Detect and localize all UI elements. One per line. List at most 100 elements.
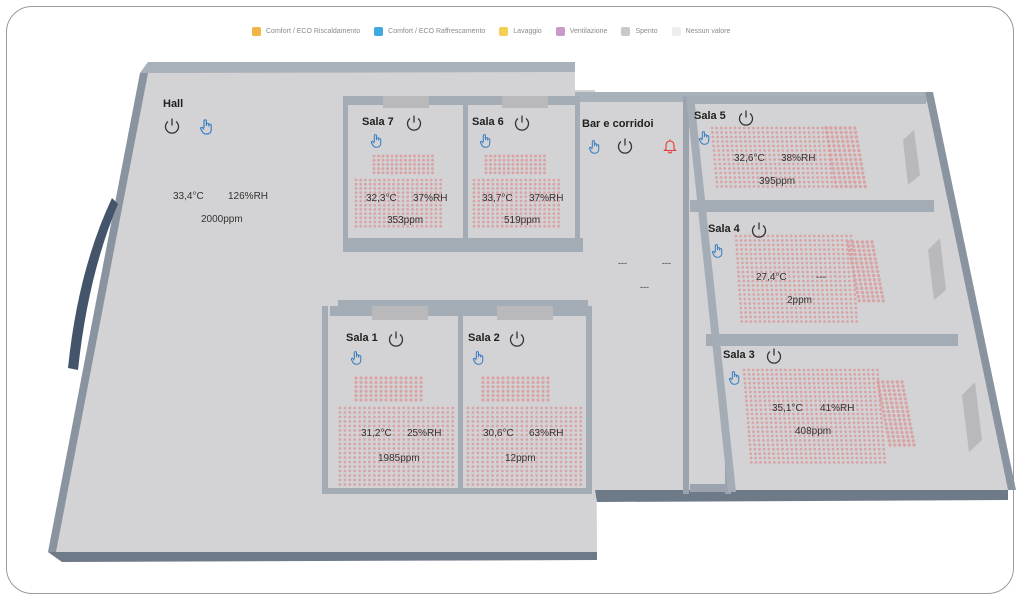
sala4-seat (840, 311, 844, 314)
sala4-seat (825, 284, 829, 287)
sala3-seat (752, 430, 755, 433)
sala3-red-seat (891, 384, 895, 388)
sala7-seat (378, 182, 381, 186)
sala4-power-icon[interactable] (750, 221, 768, 239)
bar-power-icon[interactable] (616, 137, 634, 155)
bar-alarm-bell-icon[interactable] (662, 138, 678, 154)
sala3-seat (777, 399, 781, 403)
sala4-seat (817, 302, 821, 305)
sala5-red-seat (849, 130, 853, 135)
sala2-power-icon[interactable] (508, 330, 526, 348)
sala4-red-seat (858, 252, 862, 257)
sala6-seat (505, 187, 509, 190)
sala5-seat (729, 126, 732, 130)
hall-manual-icon[interactable] (198, 118, 216, 136)
sala1-seat (377, 474, 381, 477)
sala1-seat (363, 406, 366, 410)
sala6-seat (557, 216, 560, 220)
sala3-seat (784, 430, 788, 433)
hall-power-icon[interactable] (163, 117, 181, 135)
sala6-seat (491, 182, 495, 186)
sala7-seat (401, 195, 405, 199)
sala6-seat (552, 203, 556, 207)
sala3-seat (748, 443, 752, 447)
sala1-seat (348, 442, 352, 446)
sala6-seat (529, 154, 533, 158)
sala4-seat (821, 297, 825, 301)
sala3-seat (826, 377, 829, 381)
sala1-seat (414, 398, 418, 402)
sala3-red-seat (901, 413, 906, 418)
sala2-seat (486, 442, 489, 446)
sala6-seat (482, 187, 485, 190)
sala2-seat (486, 460, 489, 464)
sala4-red-seat (868, 282, 873, 286)
sala1-seat (431, 424, 435, 428)
sala3-seat (812, 377, 816, 381)
sala3-seat (797, 417, 800, 420)
sala1-seat (353, 411, 357, 414)
sala4-red-seat (863, 252, 867, 257)
sala2-seat (569, 460, 573, 464)
sala2-seat (579, 420, 583, 423)
sala2-manual-icon[interactable] (471, 350, 487, 366)
sala2-seat (559, 451, 563, 455)
sala2-seat (471, 451, 475, 455)
sala3-seat (869, 456, 872, 460)
sala7-seat (401, 191, 405, 195)
sala1-manual-icon[interactable] (349, 350, 365, 366)
sala3-seat (873, 395, 877, 398)
sala7-seat (399, 162, 403, 166)
sala3-power-icon[interactable] (765, 347, 783, 365)
sala4-seat (787, 261, 790, 265)
sala3-seat (821, 439, 825, 442)
sala3-seat (776, 452, 780, 455)
sala1-seat (338, 424, 342, 428)
sala4-manual-icon[interactable] (710, 243, 726, 259)
sala3-red-seat (891, 434, 895, 439)
sala3-seat (801, 417, 805, 420)
sala2-seat (491, 447, 494, 450)
sala4-seat (806, 279, 810, 283)
sala2-seat (554, 420, 558, 423)
sala5-manual-icon[interactable] (697, 130, 713, 146)
sala2-seat (535, 451, 538, 455)
sala7-seat (364, 220, 367, 224)
sala7-manual-icon[interactable] (369, 133, 385, 149)
sala4-seat (799, 248, 803, 251)
sala1-power-icon[interactable] (387, 330, 405, 348)
sala4-seat (843, 284, 847, 287)
sala5-seat (792, 167, 796, 170)
sala5-seat (813, 144, 817, 148)
sala3-seat (800, 456, 803, 460)
sala5-co2: 395ppm (759, 176, 796, 187)
sala4-seat (836, 315, 840, 319)
sala3-seat (747, 373, 751, 376)
sala6-power-icon[interactable] (513, 114, 531, 132)
sala5-seat (713, 158, 717, 161)
sala1-seat (441, 442, 445, 446)
sala5-seat (820, 176, 824, 179)
sala3-seat (850, 456, 854, 460)
sala1-seat (382, 465, 386, 468)
sala3-seat (778, 417, 782, 420)
sala3-seat (834, 425, 838, 429)
sala2-seat (471, 429, 475, 432)
sala5-seat (819, 158, 822, 161)
bar-manual-icon[interactable] (587, 139, 603, 155)
sala5-power-icon[interactable] (737, 109, 755, 127)
sala5-seat (779, 126, 783, 130)
sala3-red-seat (879, 397, 883, 401)
sala1-seat (417, 406, 420, 410)
sala6-manual-icon[interactable] (478, 133, 494, 149)
sala5-red-seat (858, 157, 863, 162)
sala7-power-icon[interactable] (405, 114, 423, 132)
sala3-manual-icon[interactable] (727, 370, 743, 386)
sala5-red-seat (836, 139, 840, 144)
sala4-red-seat (859, 282, 863, 286)
sala1-seat (402, 442, 406, 446)
sala2-seat (574, 465, 578, 468)
sala5-red-seat (844, 130, 848, 135)
sala5-red-seat (853, 126, 857, 130)
sala4-seat (738, 288, 741, 292)
